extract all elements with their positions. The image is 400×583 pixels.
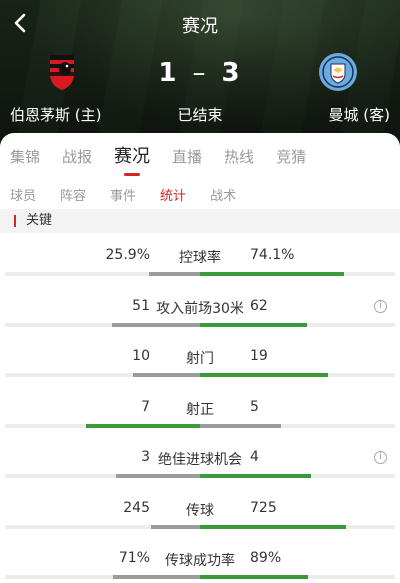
stat-values: 51 攻入前场30米 62 (0, 298, 400, 318)
stat-values: 10 射门 19 (0, 348, 400, 368)
stat-away-value: 4 (250, 449, 259, 465)
away-bar (200, 524, 346, 529)
home-bar (113, 575, 200, 579)
tab-match-status[interactable]: 赛况 (112, 143, 152, 176)
main-tabs: 集锦 战报 赛况 直播 热线 竞猜 (8, 143, 326, 176)
home-bar (86, 423, 200, 428)
stat-away-value: 62 (250, 297, 268, 314)
away-bar-track (200, 474, 395, 478)
home-bar-track (5, 575, 200, 579)
subtab-stats[interactable]: 统计 (160, 185, 187, 212)
stat-label: 射门 (186, 351, 214, 367)
info-icon[interactable]: i (374, 451, 387, 464)
info-icon[interactable]: i (374, 299, 387, 313)
home-bar (133, 373, 200, 377)
home-bar-track (5, 373, 200, 377)
stat-label: 绝佳进球机会 (158, 452, 242, 468)
stat-row-final-third-entries: 51 攻入前场30米 62 i (0, 298, 400, 348)
section-header-key: 关键 (0, 209, 400, 233)
away-bar (200, 373, 328, 377)
match-panel: 集锦 战报 赛况 直播 热线 竞猜 球员 阵容 事件 统计 战术 关键 25.9… (0, 133, 400, 583)
stat-label: 传球 (186, 502, 214, 519)
home-bar-track (5, 272, 200, 276)
away-bar-track (200, 373, 395, 377)
home-bar-track (5, 322, 200, 327)
stat-away-value: 5 (250, 398, 259, 415)
stat-row-shots-on-target: 7 射正 5 (0, 399, 400, 449)
stat-values: 3 绝佳进球机会 4 (0, 449, 400, 469)
stat-away-value: 74.1% (250, 247, 295, 263)
match-header: 赛况 伯恩茅斯 (主) 1–3 曼城 (客) 已结束 (0, 0, 400, 150)
match-score: 1–3 (0, 58, 400, 88)
away-bar (200, 322, 307, 327)
stat-label: 射正 (186, 401, 214, 418)
away-bar (200, 423, 281, 428)
score-separator: – (192, 58, 208, 88)
home-bar (116, 474, 200, 478)
away-bar-track (200, 322, 395, 327)
away-bar (200, 272, 344, 276)
home-bar (149, 272, 200, 276)
subtab-lineup[interactable]: 阵容 (60, 185, 86, 212)
stat-away-value: 19 (250, 348, 268, 364)
away-bar-track (200, 423, 395, 428)
stat-away-value: 725 (250, 499, 277, 516)
tab-report[interactable]: 战报 (60, 143, 94, 173)
away-score: 3 (221, 58, 242, 88)
subtab-players[interactable]: 球员 (10, 185, 36, 212)
home-bar-track (5, 474, 200, 478)
stat-values: 25.9% 控球率 74.1% (0, 247, 400, 267)
away-bar-track (200, 272, 395, 276)
stat-label: 传球成功率 (165, 553, 235, 569)
away-bar-track (200, 575, 395, 579)
tab-predictions[interactable]: 竞猜 (274, 143, 308, 173)
stat-away-value: 89% (250, 550, 282, 566)
stat-row-big-chances: 3 绝佳进球机会 4 i (0, 449, 400, 499)
home-score: 1 (158, 58, 179, 88)
home-bar (151, 524, 200, 529)
stat-row-pass-accuracy: 71% 传球成功率 89% (0, 550, 400, 583)
away-bar (200, 474, 311, 478)
away-bar-track (200, 524, 395, 529)
stat-label: 攻入前场30米 (156, 300, 244, 317)
stat-label: 控球率 (179, 250, 221, 266)
stat-row-passes: 245 传球 725 (0, 500, 400, 550)
tab-highlights[interactable]: 集锦 (8, 143, 42, 173)
subtab-tactics[interactable]: 战术 (210, 185, 236, 212)
tab-live[interactable]: 直播 (170, 143, 204, 173)
stat-values: 245 传球 725 (0, 500, 400, 520)
stat-values: 7 射正 5 (0, 399, 400, 419)
sub-tabs: 球员 阵容 事件 统计 战术 (10, 185, 260, 212)
home-bar (112, 322, 200, 327)
match-status: 已结束 (177, 106, 223, 124)
home-bar-track (5, 524, 200, 529)
tab-hotline[interactable]: 热线 (222, 143, 256, 173)
stat-row-possession: 25.9% 控球率 74.1% (0, 247, 400, 297)
page-title: 赛况 (182, 16, 218, 37)
away-bar (200, 575, 308, 579)
home-bar-track (5, 423, 200, 428)
stat-values: 71% 传球成功率 89% (0, 550, 400, 570)
stat-row-shots: 10 射门 19 (0, 348, 400, 398)
subtab-events[interactable]: 事件 (110, 185, 136, 212)
